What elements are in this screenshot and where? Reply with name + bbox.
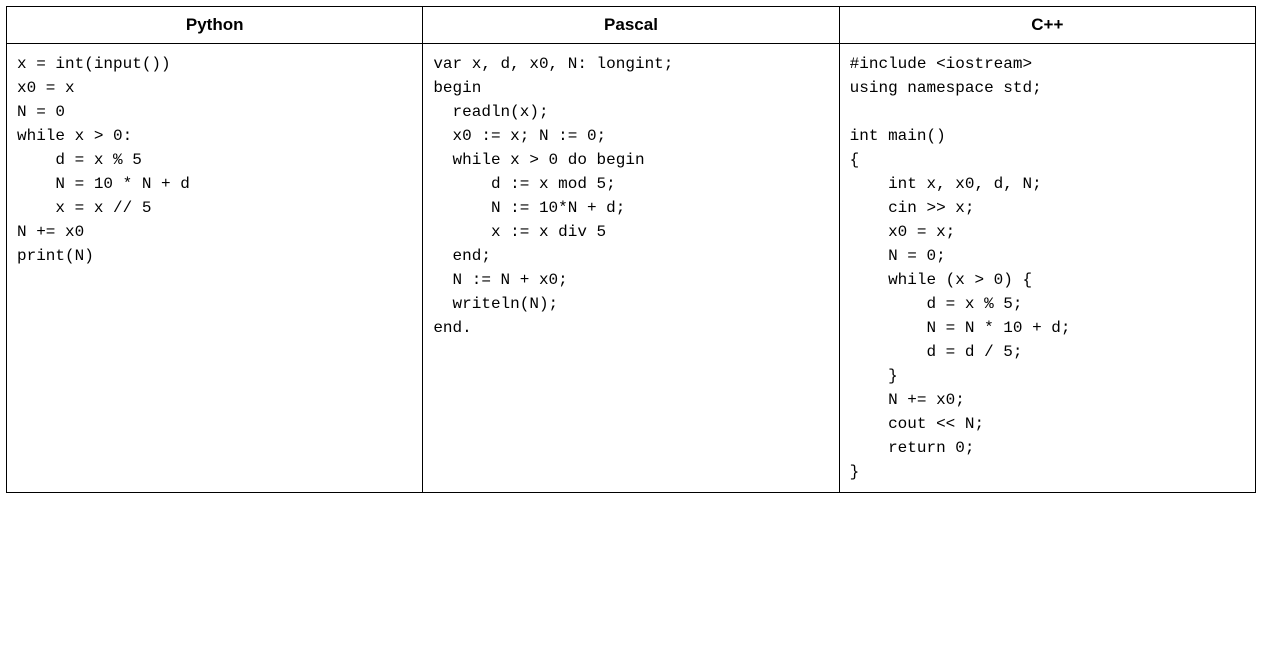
header-python: Python	[7, 7, 423, 44]
cell-cpp: #include <iostream> using namespace std;…	[839, 44, 1255, 493]
header-pascal: Pascal	[423, 7, 839, 44]
cell-python: x = int(input()) x0 = x N = 0 while x > …	[7, 44, 423, 493]
code-cpp: #include <iostream> using namespace std;…	[850, 52, 1245, 484]
table-header-row: Python Pascal C++	[7, 7, 1256, 44]
code-comparison-table: Python Pascal C++ x = int(input()) x0 = …	[6, 6, 1256, 493]
cell-pascal: var x, d, x0, N: longint; begin readln(x…	[423, 44, 839, 493]
table-row: x = int(input()) x0 = x N = 0 while x > …	[7, 44, 1256, 493]
code-pascal: var x, d, x0, N: longint; begin readln(x…	[433, 52, 828, 340]
header-cpp: C++	[839, 7, 1255, 44]
code-python: x = int(input()) x0 = x N = 0 while x > …	[17, 52, 412, 268]
